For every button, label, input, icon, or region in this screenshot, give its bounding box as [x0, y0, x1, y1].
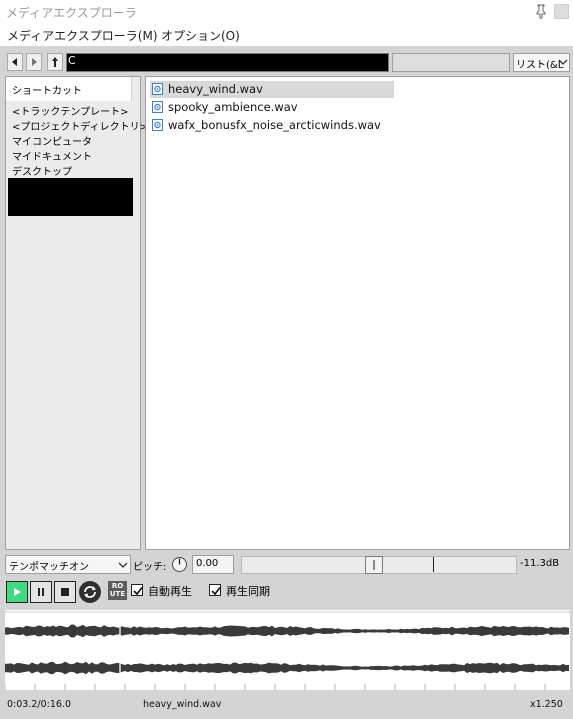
- stop-button[interactable]: [54, 581, 76, 603]
- pause-button[interactable]: [30, 581, 52, 603]
- shortcut-track-templates[interactable]: <トラックテンプレート>: [12, 103, 128, 118]
- pause-icon: [38, 588, 44, 596]
- pin-icon[interactable]: [533, 3, 549, 19]
- sync-play-label: 再生同期: [226, 585, 270, 598]
- forward-button[interactable]: [26, 53, 42, 71]
- menu-options[interactable]: オプション(O): [161, 27, 240, 44]
- status-filename: heavy_wind.wav: [143, 699, 222, 710]
- playback-rate: x1.250: [530, 699, 563, 710]
- file-list-pane: [145, 76, 570, 550]
- menu-media-explorer[interactable]: メディアエクスプローラ(M): [7, 27, 158, 44]
- chevron-down-icon: [558, 57, 568, 67]
- checkmark-icon: [133, 587, 143, 596]
- route-button[interactable]: RO UTE: [108, 581, 127, 600]
- play-icon: [14, 588, 21, 596]
- shortcut-project-directory[interactable]: <プロジェクトディレクトリ>: [12, 118, 148, 133]
- window-title: メディアエクスプローラ: [6, 6, 137, 20]
- loop-button[interactable]: [78, 580, 102, 604]
- pitch-input[interactable]: 0.00: [192, 555, 234, 574]
- tab-shortcuts-label: ショートカット: [12, 86, 82, 97]
- path-prefix: C: [68, 54, 76, 67]
- volume-label: -11.3dB: [520, 558, 560, 569]
- shortcut-my-documents[interactable]: マイドキュメント: [12, 148, 92, 163]
- parent-folder-button[interactable]: [47, 53, 63, 71]
- waveform-channel-right: [5, 661, 569, 675]
- redacted-shortcut-area: [8, 178, 133, 216]
- pitch-knob-icon[interactable]: [171, 556, 188, 573]
- search-input[interactable]: [392, 53, 510, 72]
- timeline-ticks: [5, 684, 546, 690]
- waveform-display[interactable]: [5, 610, 570, 690]
- route-label-top: RO: [111, 582, 124, 590]
- waveform-channel-left: [5, 624, 569, 638]
- audio-file-icon: [152, 101, 163, 113]
- back-button[interactable]: [7, 53, 23, 71]
- stop-icon: [61, 588, 69, 596]
- file-name: wafx_bonusfx_noise_arcticwinds.wav: [168, 118, 381, 132]
- tempo-match-select[interactable]: テンポマッチオン: [5, 555, 131, 574]
- route-label-bottom: UTE: [109, 590, 126, 598]
- audio-file-icon: [152, 119, 163, 131]
- auto-play-label: 自動再生: [148, 585, 192, 598]
- audio-file-icon: [152, 83, 163, 95]
- loop-icon: [79, 581, 101, 603]
- triangle-left-icon: [12, 58, 17, 66]
- shortcut-my-computer[interactable]: マイコンピュータ: [12, 133, 92, 148]
- triangle-right-icon: [32, 58, 37, 66]
- file-name: heavy_wind.wav: [168, 82, 263, 96]
- auto-play-checkbox[interactable]: [131, 584, 143, 596]
- chevron-down-icon: [118, 560, 128, 570]
- checkmark-icon: [211, 587, 221, 596]
- path-input[interactable]: [66, 53, 389, 72]
- play-button[interactable]: [6, 581, 28, 603]
- playback-position: 0:03.2/0:16.0: [7, 699, 71, 710]
- volume-slider-thumb[interactable]: [365, 556, 383, 574]
- tab-shortcuts[interactable]: ショートカット: [6, 77, 132, 101]
- file-name: spooky_ambience.wav: [168, 100, 298, 114]
- close-button[interactable]: [554, 4, 569, 19]
- sync-play-checkbox[interactable]: [209, 584, 221, 596]
- volume-zero-marker: [433, 557, 434, 572]
- arrow-up-icon: [52, 57, 58, 67]
- pitch-label: ピッチ:: [133, 562, 167, 573]
- shortcut-desktop[interactable]: デスクトップ: [12, 163, 72, 178]
